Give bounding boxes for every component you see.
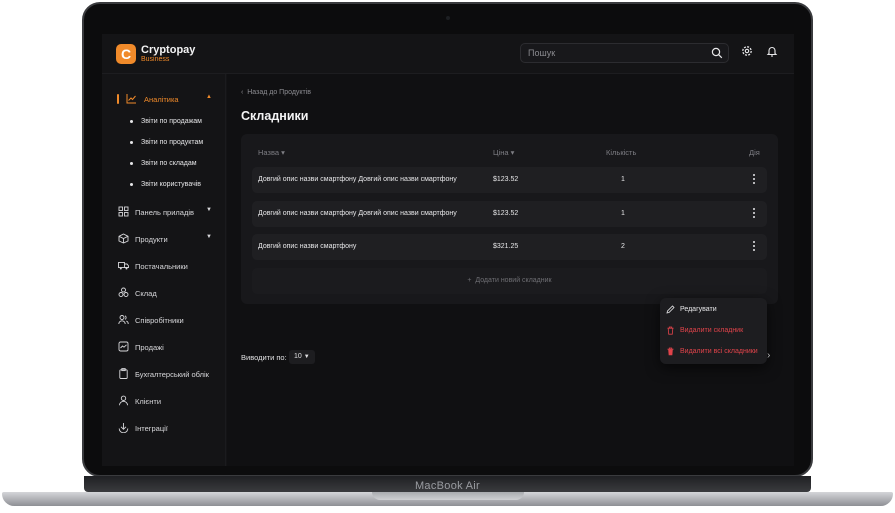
rows-per-page-select[interactable]: 10 ▼ bbox=[289, 350, 315, 364]
search-icon[interactable] bbox=[711, 47, 723, 59]
chevron-down-icon[interactable]: ▼ bbox=[206, 207, 212, 213]
chevron-down-icon: ▼ bbox=[303, 354, 310, 360]
dashboard-icon bbox=[118, 206, 129, 217]
truck-icon bbox=[118, 262, 129, 270]
search-placeholder: Пошук bbox=[528, 48, 556, 58]
cell-name: Довгий опис назви смартфону Довгий опис … bbox=[258, 176, 457, 183]
sidebar-item-label: Аналітика bbox=[144, 95, 179, 104]
logo-icon: C bbox=[116, 44, 136, 64]
sidebar-item-label: Панель приладів bbox=[135, 208, 194, 217]
plus-icon: + bbox=[467, 277, 472, 284]
laptop-notch bbox=[372, 492, 524, 500]
users-icon bbox=[118, 315, 129, 325]
sidebar-subitem-product-reports[interactable]: Звіти по продуктам bbox=[130, 139, 203, 146]
sidebar-item-label: Продажі bbox=[135, 343, 164, 352]
gear-icon[interactable] bbox=[741, 45, 753, 57]
sidebar-item-accounting[interactable]: Бухгалтерський облік bbox=[102, 366, 226, 382]
menu-item-delete-all[interactable]: Видалити всі складники bbox=[660, 343, 767, 361]
add-ingredient-button[interactable]: + Додати новий складник bbox=[252, 268, 767, 294]
sidebar: Аналітика ▲ Звіти по продажам Звіти по п… bbox=[102, 74, 226, 466]
sidebar-item-label: Інтеграції bbox=[135, 424, 168, 433]
main-content: ‹ Назад до Продуктів Складники Назва ▾ Ц… bbox=[227, 74, 794, 466]
sales-icon bbox=[118, 341, 129, 352]
table-row: Довгий опис назви смартфону Довгий опис … bbox=[252, 201, 767, 227]
rows-per-page-label: Виводити по: bbox=[241, 353, 287, 362]
sidebar-item-label: Склад bbox=[135, 289, 157, 298]
table-row: Довгий опис назви смартфону Довгий опис … bbox=[252, 167, 767, 193]
sidebar-subitem-sales-reports[interactable]: Звіти по продажам bbox=[130, 118, 202, 125]
cell-quantity: 1 bbox=[621, 210, 625, 217]
app-title: Cryptopay bbox=[141, 44, 196, 56]
cell-quantity: 2 bbox=[621, 243, 625, 250]
camera bbox=[446, 16, 450, 20]
cell-price: $123.52 bbox=[493, 176, 519, 183]
top-bar: C Cryptopay Business Пошук bbox=[102, 34, 794, 74]
chevron-left-icon: ‹ bbox=[241, 89, 244, 96]
chevron-up-icon[interactable]: ▲ bbox=[206, 94, 212, 100]
cell-name: Довгий опис назви смартфону Довгий опис … bbox=[258, 210, 457, 217]
column-header-name[interactable]: Назва ▾ bbox=[258, 148, 285, 157]
sidebar-item-suppliers[interactable]: Постачальники bbox=[102, 258, 226, 274]
active-marker bbox=[117, 94, 119, 104]
edit-icon bbox=[666, 305, 675, 314]
sidebar-item-employees[interactable]: Співробітники bbox=[102, 312, 226, 328]
sidebar-item-warehouse[interactable]: Склад bbox=[102, 285, 226, 301]
sidebar-item-dashboard[interactable]: Панель приладів ▼ bbox=[102, 204, 226, 220]
menu-item-delete[interactable]: Видалити складник bbox=[660, 322, 767, 340]
screen: C Cryptopay Business Пошук Аналітика ▲ З… bbox=[102, 34, 794, 466]
sidebar-item-label: Клієнти bbox=[135, 397, 162, 406]
column-header-action: Дія bbox=[749, 148, 760, 157]
sidebar-item-label: Продукти bbox=[135, 235, 168, 244]
box-icon bbox=[118, 233, 129, 244]
cell-price: $123.52 bbox=[493, 210, 519, 217]
column-header-price[interactable]: Ціна ▾ bbox=[493, 148, 514, 157]
bell-icon[interactable] bbox=[766, 45, 778, 57]
cell-name: Довгий опис назви смартфону bbox=[258, 243, 357, 250]
clipboard-icon bbox=[119, 368, 128, 379]
sidebar-item-label: Бухгалтерський облік bbox=[135, 370, 209, 379]
cell-quantity: 1 bbox=[621, 176, 625, 183]
row-context-menu: Редагувати Видалити складник Видалити вс… bbox=[660, 298, 767, 364]
more-icon[interactable] bbox=[751, 208, 757, 220]
trash-filled-icon bbox=[667, 347, 674, 356]
chart-icon bbox=[126, 94, 136, 104]
sidebar-item-clients[interactable]: Клієнти bbox=[102, 393, 226, 409]
more-icon[interactable] bbox=[751, 174, 757, 186]
sidebar-item-integrations[interactable]: Інтеграції bbox=[102, 420, 226, 436]
more-icon[interactable] bbox=[751, 241, 757, 253]
sidebar-subitem-user-reports[interactable]: Звіти користувачів bbox=[130, 181, 201, 188]
app-subtitle: Business bbox=[141, 56, 170, 63]
sidebar-item-label: Постачальники bbox=[135, 262, 188, 271]
next-page-button[interactable]: › bbox=[767, 350, 770, 361]
column-header-quantity: Кількість bbox=[606, 148, 637, 157]
page-title: Складники bbox=[241, 109, 309, 123]
device-label: MacBook Air bbox=[414, 480, 481, 492]
warehouse-icon bbox=[118, 287, 129, 297]
chevron-down-icon[interactable]: ▼ bbox=[206, 234, 212, 240]
table-row: Довгий опис назви смартфону $321.25 2 bbox=[252, 234, 767, 260]
sidebar-item-analytics[interactable]: Аналітика ▲ bbox=[102, 91, 226, 107]
search-input[interactable]: Пошук bbox=[520, 43, 729, 63]
sidebar-subitem-warehouse-reports[interactable]: Звіти по складам bbox=[130, 160, 197, 167]
back-link[interactable]: ‹ Назад до Продуктів bbox=[241, 89, 311, 96]
sidebar-item-sales[interactable]: Продажі bbox=[102, 339, 226, 355]
sidebar-item-label: Співробітники bbox=[135, 316, 184, 325]
ingredients-table: Назва ▾ Ціна ▾ Кількість Дія Довгий опис… bbox=[241, 134, 778, 304]
sidebar-item-products[interactable]: Продукти ▼ bbox=[102, 231, 226, 247]
menu-item-edit[interactable]: Редагувати bbox=[660, 301, 767, 319]
cell-price: $321.25 bbox=[493, 243, 519, 250]
trash-icon bbox=[667, 326, 674, 335]
user-icon bbox=[119, 395, 128, 406]
integration-icon bbox=[118, 423, 129, 433]
